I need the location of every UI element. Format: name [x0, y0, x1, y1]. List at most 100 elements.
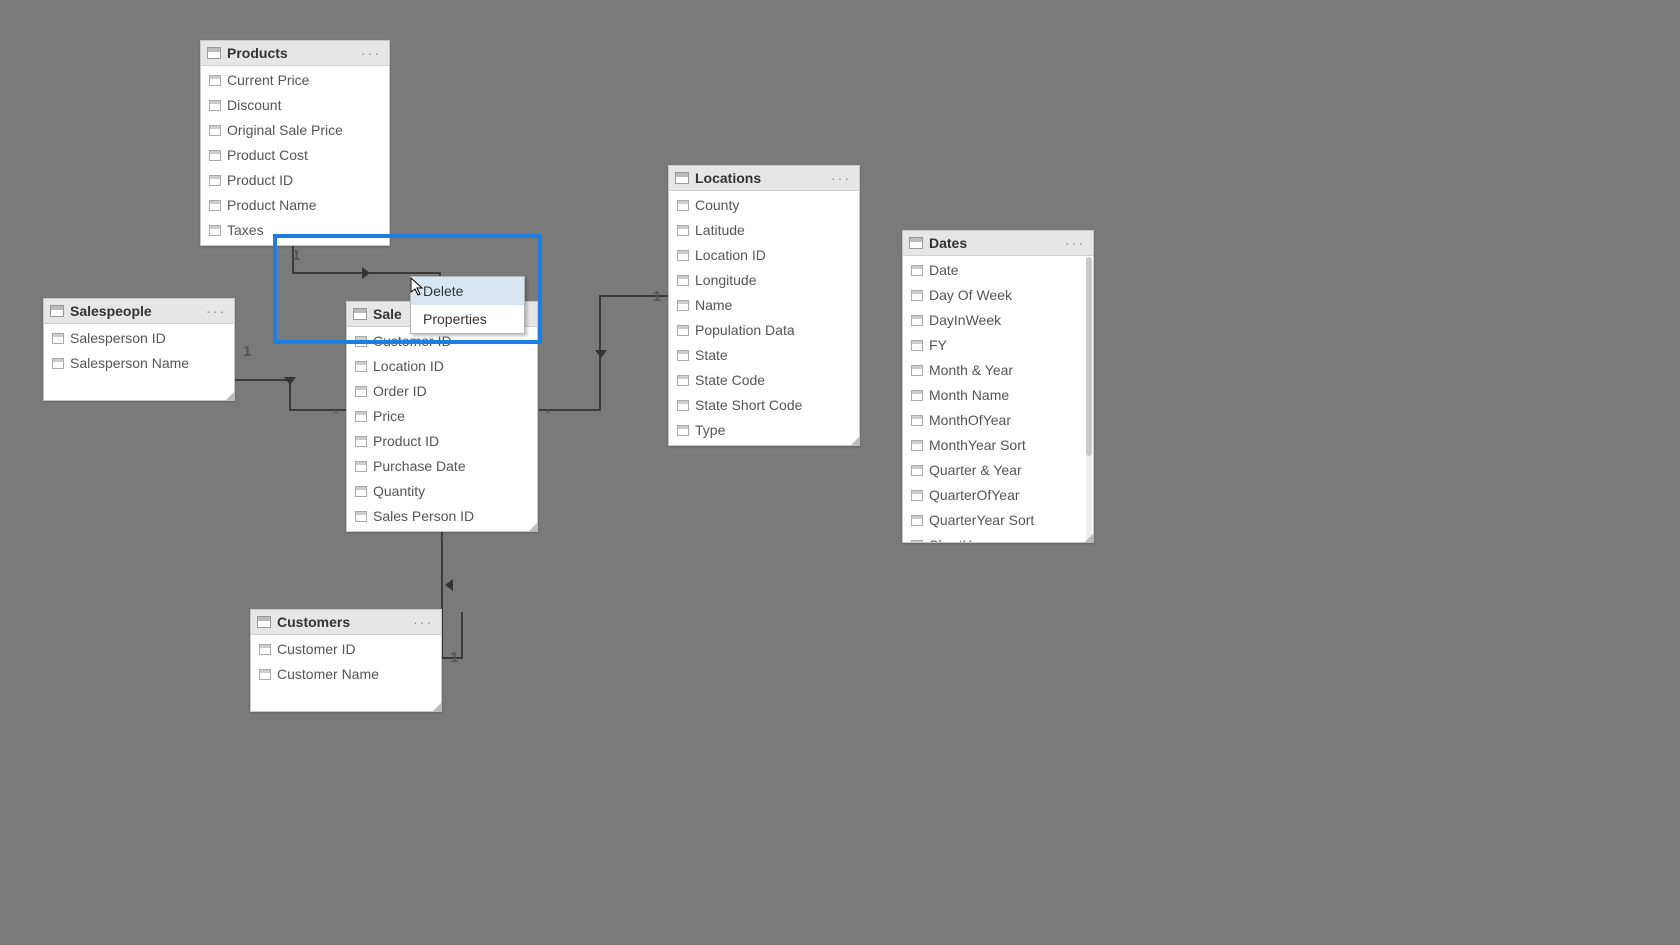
field-item[interactable]: County — [669, 193, 859, 218]
field-item[interactable]: MonthOfYear — [903, 408, 1093, 433]
field-item[interactable]: Price — [347, 404, 537, 429]
table-header[interactable]: Customers ··· — [251, 610, 441, 635]
table-icon — [207, 47, 221, 59]
context-menu-properties[interactable]: Properties — [411, 305, 524, 333]
field-item[interactable]: Location ID — [347, 354, 537, 379]
field-item[interactable]: Product ID — [201, 168, 389, 193]
field-icon — [209, 150, 221, 161]
field-item[interactable]: State Code — [669, 368, 859, 393]
table-dates[interactable]: Dates ··· Date Day Of Week DayInWeek FY … — [902, 230, 1094, 543]
resize-handle[interactable] — [528, 522, 538, 532]
field-item[interactable]: Month & Year — [903, 358, 1093, 383]
table-title: Dates — [929, 235, 1057, 251]
field-item[interactable]: Discount — [201, 93, 389, 118]
field-item[interactable]: Name — [669, 293, 859, 318]
table-header[interactable]: Dates ··· — [903, 231, 1093, 256]
field-icon — [677, 350, 689, 361]
field-item[interactable]: MonthYear Sort — [903, 433, 1093, 458]
field-item[interactable]: Date — [903, 258, 1093, 283]
field-item[interactable]: Salesperson Name — [44, 351, 234, 376]
field-item[interactable]: State — [669, 343, 859, 368]
field-item[interactable]: Location ID — [669, 243, 859, 268]
table-products[interactable]: Products ··· Current Price Discount Orig… — [200, 40, 390, 246]
more-icon[interactable]: ··· — [204, 303, 228, 319]
cardinality-many: * — [333, 406, 338, 421]
resize-handle[interactable] — [225, 391, 235, 401]
field-icon — [911, 540, 923, 542]
field-item[interactable]: FY — [903, 333, 1093, 358]
field-icon — [209, 200, 221, 211]
field-item[interactable]: Purchase Date — [347, 454, 537, 479]
scrollbar[interactable] — [1086, 257, 1092, 541]
context-menu[interactable]: Delete Properties — [410, 276, 525, 334]
table-icon — [50, 305, 64, 317]
field-item[interactable]: QuarterYear Sort — [903, 508, 1093, 533]
field-icon — [911, 315, 923, 326]
field-icon — [677, 400, 689, 411]
table-locations[interactable]: Locations ··· County Latitude Location I… — [668, 165, 860, 446]
model-canvas[interactable]: Products ··· Current Price Discount Orig… — [0, 0, 1680, 945]
table-icon — [909, 237, 923, 249]
field-icon — [911, 490, 923, 501]
cardinality-one: 1 — [243, 343, 251, 360]
field-item[interactable]: DayInWeek — [903, 308, 1093, 333]
cardinality-one: 1 — [292, 247, 300, 264]
resize-handle[interactable] — [432, 702, 442, 712]
field-item[interactable]: ShortYear — [903, 533, 1093, 542]
context-menu-delete[interactable]: Delete — [411, 277, 524, 305]
filter-direction-icon — [595, 350, 607, 358]
more-icon[interactable]: ··· — [359, 45, 383, 61]
table-customers[interactable]: Customers ··· Customer ID Customer Name — [250, 609, 442, 712]
field-item[interactable]: State Short Code — [669, 393, 859, 418]
field-item[interactable]: Order ID — [347, 379, 537, 404]
field-item[interactable]: Product Cost — [201, 143, 389, 168]
table-salespeople[interactable]: Salespeople ··· Salesperson ID Salespers… — [43, 298, 235, 401]
field-item[interactable]: Product ID — [347, 429, 537, 454]
field-list: Salesperson ID Salesperson Name — [44, 324, 234, 378]
filter-direction-icon — [362, 267, 370, 279]
field-list: Date Day Of Week DayInWeek FY Month & Ye… — [903, 256, 1093, 542]
field-icon — [677, 250, 689, 261]
field-icon — [209, 175, 221, 186]
resize-handle[interactable] — [1084, 533, 1094, 543]
field-icon — [355, 461, 367, 472]
field-item[interactable]: Population Data — [669, 318, 859, 343]
field-item[interactable]: Original Sale Price — [201, 118, 389, 143]
field-item[interactable]: Current Price — [201, 68, 389, 93]
field-list: Current Price Discount Original Sale Pri… — [201, 66, 389, 245]
field-icon — [677, 225, 689, 236]
field-item[interactable]: Latitude — [669, 218, 859, 243]
field-list: Customer ID Customer Name — [251, 635, 441, 689]
field-icon — [209, 125, 221, 136]
more-icon[interactable]: ··· — [411, 614, 435, 630]
more-icon[interactable]: ··· — [829, 170, 853, 186]
field-item[interactable]: Type — [669, 418, 859, 443]
field-item[interactable]: Taxes — [201, 218, 389, 243]
field-icon — [911, 390, 923, 401]
field-item[interactable]: Month Name — [903, 383, 1093, 408]
field-icon — [209, 100, 221, 111]
field-icon — [355, 436, 367, 447]
field-icon — [355, 386, 367, 397]
table-sales[interactable]: Sale ··· Customer ID Location ID Order I… — [346, 301, 538, 532]
cardinality-many: * — [545, 406, 550, 421]
field-item[interactable]: Day Of Week — [903, 283, 1093, 308]
field-item[interactable]: Quarter & Year — [903, 458, 1093, 483]
field-icon — [911, 290, 923, 301]
field-item[interactable]: Customer ID — [251, 637, 441, 662]
field-item[interactable]: QuarterOfYear — [903, 483, 1093, 508]
table-title: Salespeople — [70, 303, 198, 319]
field-item[interactable]: Product Name — [201, 193, 389, 218]
field-item[interactable]: Customer Name — [251, 662, 441, 687]
table-header[interactable]: Locations ··· — [669, 166, 859, 191]
more-icon[interactable]: ··· — [1063, 235, 1087, 251]
table-header[interactable]: Salespeople ··· — [44, 299, 234, 324]
field-item[interactable]: Longitude — [669, 268, 859, 293]
field-item[interactable]: Salesperson ID — [44, 326, 234, 351]
field-item[interactable]: Sales Person ID — [347, 504, 537, 529]
field-item[interactable]: Quantity — [347, 479, 537, 504]
field-icon — [355, 361, 367, 372]
field-icon — [52, 358, 64, 369]
resize-handle[interactable] — [850, 436, 860, 446]
table-header[interactable]: Products ··· — [201, 41, 389, 66]
